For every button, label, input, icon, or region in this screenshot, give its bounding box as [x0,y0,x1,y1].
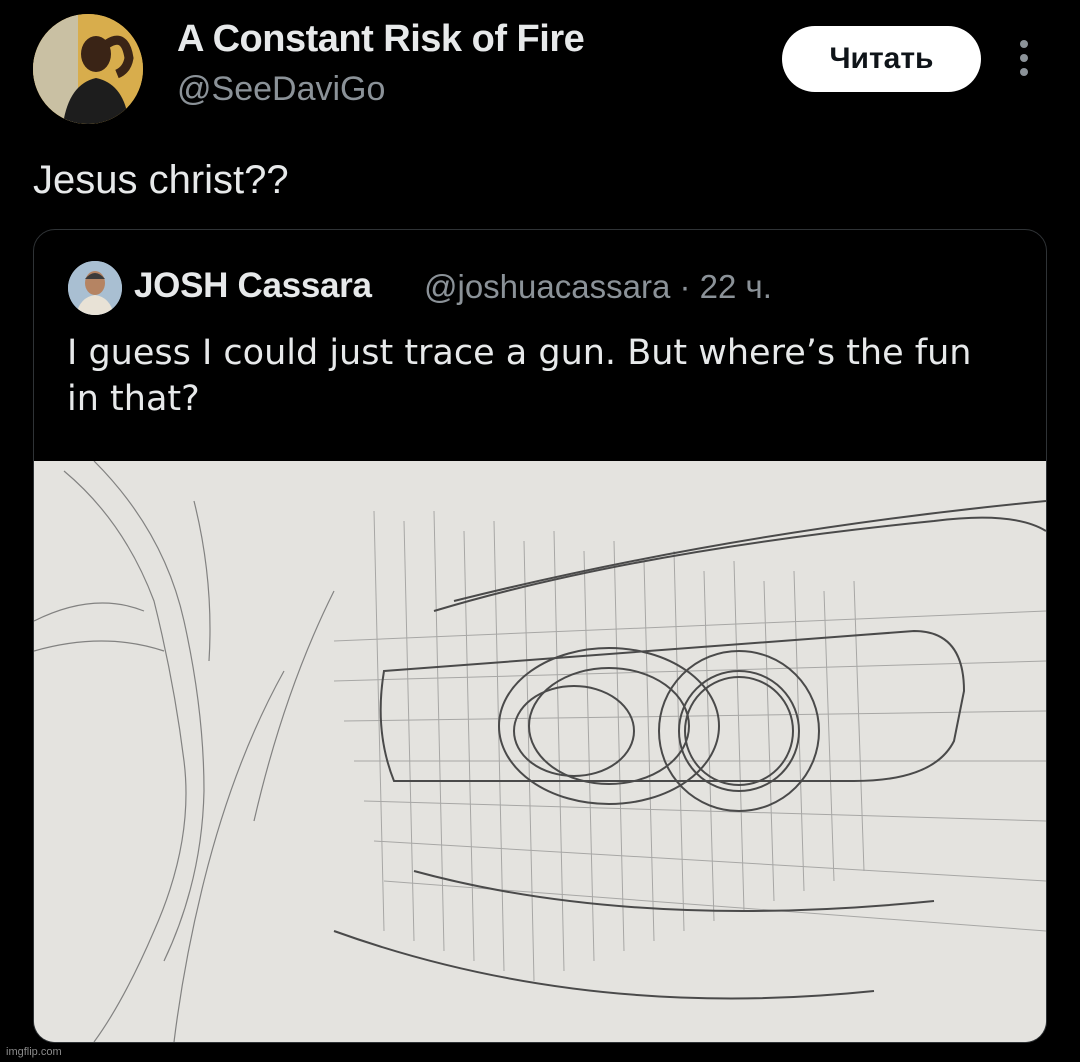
quoted-author-handle[interactable]: @joshuacassara [424,268,670,305]
quoted-author-name[interactable]: JOSH Cassara [134,266,372,306]
quoted-tweet-card[interactable]: JOSH Cassara @joshuacassara · 22 ч. I gu… [33,229,1047,1043]
quoted-tweet-time[interactable]: 22 ч. [700,268,772,305]
follow-button[interactable]: Читать [782,26,981,92]
quoted-tweet-image[interactable] [34,461,1046,1042]
quoted-author-meta[interactable]: @joshuacassara · 22 ч. [424,268,772,306]
tweet-header: A Constant Risk of Fire @SeeDaviGo Читат… [0,0,1080,140]
more-vertical-icon[interactable] [1012,38,1036,78]
author-name[interactable]: A Constant Risk of Fire [177,18,585,61]
quoted-tweet-text: I guess I could just trace a gun. But wh… [67,333,972,419]
meta-separator: · [679,268,691,305]
author-handle[interactable]: @SeeDaviGo [177,70,385,109]
author-avatar[interactable] [33,14,143,124]
tweet-text: Jesus christ?? [33,158,289,202]
watermark: imgflip.com [6,1046,62,1058]
quoted-author-avatar[interactable] [68,261,122,315]
